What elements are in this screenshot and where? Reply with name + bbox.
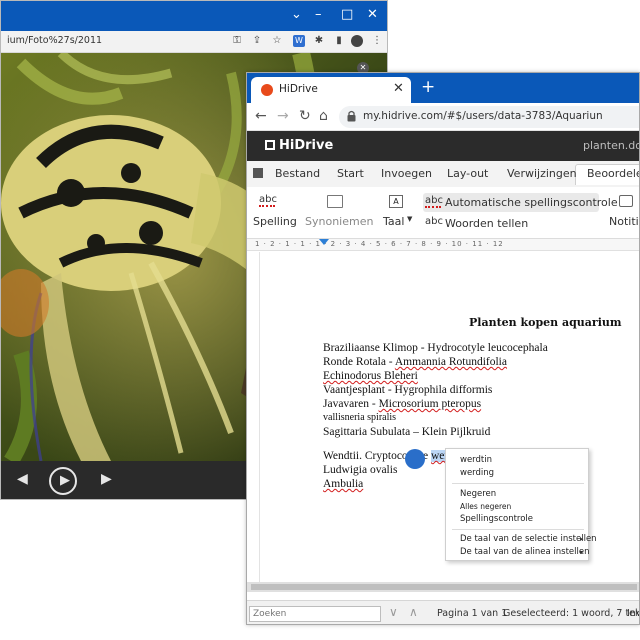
doc-line: Javavaren - Microsorium pteropus xyxy=(323,398,482,410)
doc-line: Ambulia xyxy=(323,478,364,490)
doc-line: Echinodorus Bleheri xyxy=(323,370,418,382)
avatar[interactable] xyxy=(351,35,363,47)
ribbon-tabs: Bestand Start Invoegen Lay-out Verwijzin… xyxy=(247,161,639,187)
horizontal-scrollbar[interactable] xyxy=(247,582,639,592)
comment-icon[interactable] xyxy=(619,195,633,207)
reload-icon[interactable]: ↻ xyxy=(299,108,311,124)
chevron-down-icon[interactable]: ▼ xyxy=(407,215,412,223)
hidrive-favicon-icon xyxy=(261,84,273,96)
tab-lay-out[interactable]: Lay-out xyxy=(447,167,488,180)
spellcheck-context-menu: werdtin werding Negeren Alles negeren Sp… xyxy=(445,448,597,561)
synonyms-book-icon[interactable] xyxy=(327,195,343,208)
selection-info: Geselecteerd: 1 woord, 7 tekens xyxy=(503,608,640,619)
page-edge xyxy=(259,252,260,582)
photo-viewer-url: ium/Foto%27s/2011 xyxy=(7,35,103,46)
tab-title: HiDrive xyxy=(279,83,318,95)
submenu-arrow-icon: ▸ xyxy=(580,548,584,556)
suggestion-werdtin[interactable]: werdtin xyxy=(460,455,492,465)
doc-line: Ludwigia ovalis xyxy=(323,464,398,476)
tab-strip: HiDrive ✕ + xyxy=(247,73,639,103)
minimize-icon[interactable]: – xyxy=(315,7,322,23)
tab-start[interactable]: Start xyxy=(337,167,364,180)
document-heading: Planten kopen aquarium xyxy=(469,316,622,329)
touch-cursor xyxy=(405,449,425,469)
menu-lang-paragraph[interactable]: De taal van de alinea instellen xyxy=(460,547,589,557)
play-button[interactable]: ▶ xyxy=(49,467,77,495)
menu-spellcheck[interactable]: Spellingscontrole xyxy=(460,514,533,524)
spelling-icon[interactable]: abc xyxy=(259,195,277,207)
address-bar[interactable]: my.hidrive.com/#$/users/data-3783/Aquari… xyxy=(339,106,639,128)
notes-button[interactable]: Notitie xyxy=(609,215,639,228)
forward-arrow-icon[interactable]: → xyxy=(277,108,289,124)
document-name: planten.doc xyxy=(583,139,639,152)
scrollbar-thumb[interactable] xyxy=(251,584,637,590)
language-icon[interactable]: A xyxy=(389,195,403,208)
menu-ignore-all[interactable]: Alles negeren xyxy=(460,502,511,511)
save-icon[interactable] xyxy=(253,168,263,178)
next-icon[interactable]: ▶ xyxy=(101,471,112,487)
auto-spell-icon: abc xyxy=(425,195,443,208)
indent-marker-icon[interactable] xyxy=(319,239,329,245)
menu-lang-selection[interactable]: De taal van de selectie instellen xyxy=(460,534,597,544)
hidrive-app-bar: HiDrive planten.doc xyxy=(247,131,639,161)
new-tab-icon[interactable]: + xyxy=(421,78,435,96)
tab-hidrive[interactable]: HiDrive ✕ xyxy=(251,77,411,103)
status-bar: ∨ ∧ Pagina 1 van 1 Geselecteerd: 1 woord… xyxy=(247,600,640,624)
find-input[interactable] xyxy=(249,606,381,622)
back-arrow-icon[interactable]: ← xyxy=(255,108,267,124)
browser-navbar: ← → ↻ ⌂ my.hidrive.com/#$/users/data-378… xyxy=(247,103,639,131)
chevron-down-icon[interactable]: ⌄ xyxy=(291,7,302,23)
doc-line: vallisneria spiralis xyxy=(323,412,397,423)
close-icon[interactable]: ✕ xyxy=(367,7,378,23)
menu-divider xyxy=(452,529,584,530)
tab-bestand[interactable]: Bestand xyxy=(275,167,320,180)
key-icon[interactable]: ⚿ xyxy=(231,35,243,47)
share-icon[interactable]: ⇪ xyxy=(251,35,263,47)
lock-icon xyxy=(347,110,356,122)
play-icon: ▶ xyxy=(60,473,70,488)
word-count-icon[interactable]: abc xyxy=(425,217,443,227)
chevron-up-icon[interactable]: ∧ xyxy=(409,605,418,619)
doc-line: Braziliaanse Klimop - Hydrocotyle leucoc… xyxy=(323,342,548,354)
maximize-icon[interactable]: □ xyxy=(341,7,353,23)
menu-dots-icon[interactable]: ⋮ xyxy=(371,35,383,47)
spelling-button[interactable]: Spelling xyxy=(253,215,297,228)
doc-line: Sagittaria Subulata – Klein Pijlkruid xyxy=(323,426,491,438)
sidepanel-icon[interactable]: ▮ xyxy=(333,35,345,47)
extension-icon[interactable]: W xyxy=(293,35,305,47)
star-icon[interactable]: ☆ xyxy=(271,35,283,47)
previous-icon[interactable]: ◀ xyxy=(17,471,28,487)
photo-viewer-titlebar: ⌄ – □ ✕ xyxy=(1,1,387,31)
page-indicator: Pagina 1 van 1 xyxy=(437,608,508,619)
synonyms-button[interactable]: Synoniemen xyxy=(305,215,373,228)
word-count-button[interactable]: Woorden tellen xyxy=(445,217,528,230)
insert-mode: Invo xyxy=(627,608,639,619)
photo-viewer-addressbar[interactable]: ium/Foto%27s/2011 ⚿ ⇪ ☆ W ✱ ▮ ⋮ xyxy=(1,31,387,53)
ruler-marks: 1 · 2 · 1 · 1 · 1 · 2 · 3 · 4 · 5 · 6 · … xyxy=(255,240,504,248)
tab-beoordelen[interactable]: Beoordelen xyxy=(587,167,639,180)
tab-verwijzingen[interactable]: Verwijzingen xyxy=(507,167,577,180)
doc-line: Vaantjesplant - Hygrophila difformis xyxy=(323,384,493,396)
submenu-arrow-icon: ▸ xyxy=(580,535,584,543)
home-icon[interactable]: ⌂ xyxy=(319,108,328,124)
tab-invoegen[interactable]: Invoegen xyxy=(381,167,432,180)
hidrive-browser-window: HiDrive ✕ + ← → ↻ ⌂ my.hidrive.com/#$/us… xyxy=(246,72,640,625)
menu-divider xyxy=(452,483,584,484)
ruler[interactable]: 1 · 2 · 1 · 1 · 1 · 2 · 3 · 4 · 5 · 6 · … xyxy=(247,239,639,251)
ribbon-toolbar: abc Spelling Synoniemen A Taal ▼ abc Aut… xyxy=(247,187,639,239)
language-button[interactable]: Taal xyxy=(383,215,404,228)
url-text: my.hidrive.com/#$/users/data-3783/Aquari… xyxy=(363,110,603,122)
hidrive-logo[interactable]: HiDrive xyxy=(265,138,333,153)
chevron-down-icon[interactable]: ∨ xyxy=(389,605,398,619)
doc-line: Ronde Rotala - Ammannia Rotundifolia xyxy=(323,356,507,368)
menu-ignore[interactable]: Negeren xyxy=(460,489,496,499)
puzzle-icon[interactable]: ✱ xyxy=(313,35,325,47)
auto-spellcheck-label: Automatische spellingscontrole xyxy=(445,196,618,209)
doc-line: Wendtii. Cryptocoryne wendii xyxy=(323,450,463,462)
suggestion-werding[interactable]: werding xyxy=(460,468,494,478)
tab-close-icon[interactable]: ✕ xyxy=(393,81,404,96)
